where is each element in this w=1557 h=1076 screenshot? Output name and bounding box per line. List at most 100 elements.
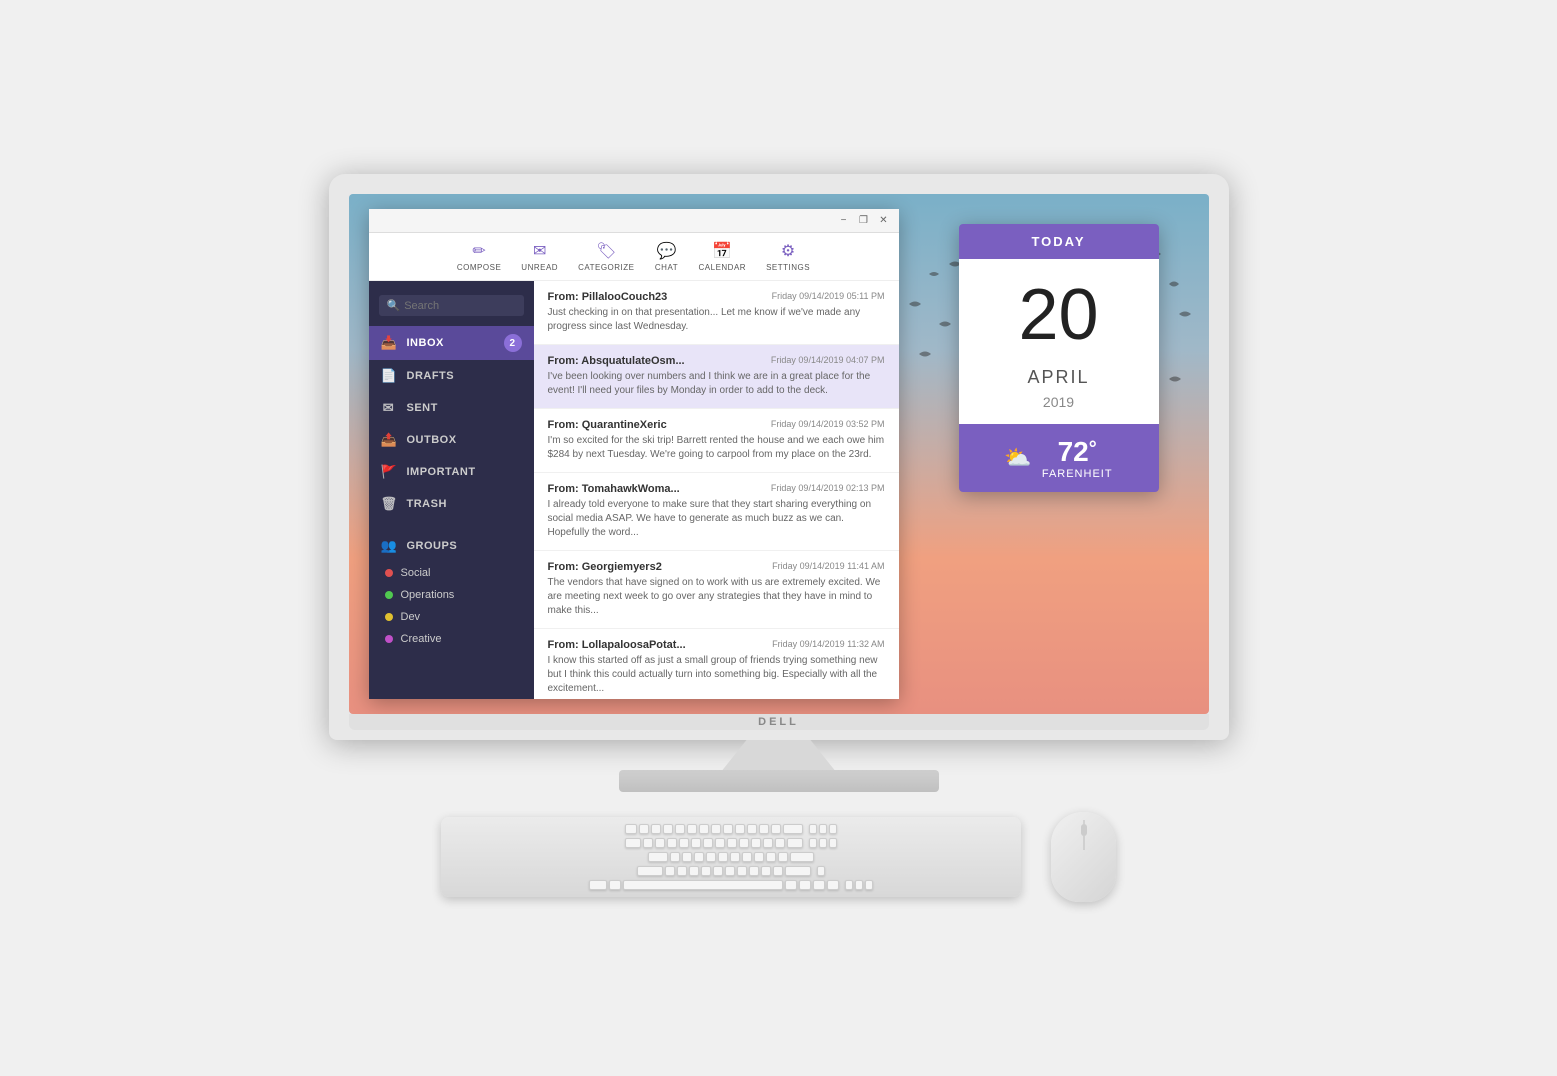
key [675, 824, 685, 834]
maximize-button[interactable]: ❐ [857, 214, 871, 228]
sidebar-item-important[interactable]: 🚩 IMPORTANT [369, 456, 534, 488]
minimize-button[interactable]: − [837, 214, 851, 228]
key [749, 866, 759, 876]
key [775, 838, 785, 848]
email-sidebar: 🔍 📥 INBOX 2 📄 DRAFTS [369, 281, 534, 699]
email-header: From: LollapaloosaPotat... Friday 09/14/… [548, 639, 885, 651]
key [845, 880, 853, 890]
key [715, 838, 725, 848]
key [735, 824, 745, 834]
compose-icon: ✏ [467, 241, 491, 261]
search-box[interactable]: 🔍 [379, 295, 524, 316]
email-from: From: PillalooCouch23 [548, 291, 668, 303]
key [706, 852, 716, 862]
email-item-3[interactable]: From: TomahawkWoma... Friday 09/14/2019 … [534, 473, 899, 551]
weather-label: FARENHEIT [1042, 468, 1113, 480]
toolbar-chat[interactable]: 💬 CHAT [655, 241, 679, 272]
chat-icon: 💬 [655, 241, 679, 261]
key [679, 838, 689, 848]
groups-icon: 👥 [381, 538, 397, 554]
email-date: Friday 09/14/2019 05:11 PM [772, 291, 885, 303]
email-preview: I'm so excited for the ski trip! Barrett… [548, 434, 885, 462]
key [819, 824, 827, 834]
mouse [1051, 812, 1116, 902]
email-date: Friday 09/14/2019 02:13 PM [771, 483, 885, 495]
weather-info: 72 ° FARENHEIT [1042, 436, 1113, 480]
key [761, 866, 771, 876]
key [754, 852, 764, 862]
group-social[interactable]: Social [369, 562, 534, 584]
group-operations[interactable]: Operations [369, 584, 534, 606]
outbox-icon: 📤 [381, 432, 397, 448]
key [687, 824, 697, 834]
calendar-day: 20 [969, 279, 1149, 351]
email-toolbar: ✏ COMPOSE ✉ UNREAD 🏷 CATEGORIZE 💬 CHAT [369, 233, 899, 281]
email-item-0[interactable]: From: PillalooCouch23 Friday 09/14/2019 … [534, 281, 899, 345]
key [609, 880, 621, 890]
operations-dot [385, 591, 393, 599]
sidebar-item-drafts[interactable]: 📄 DRAFTS [369, 360, 534, 392]
dell-logo: DELL [758, 716, 799, 728]
sidebar-item-sent[interactable]: ✉ SENT [369, 392, 534, 424]
toolbar-unread[interactable]: ✉ UNREAD [521, 241, 558, 272]
key [727, 838, 737, 848]
search-icon: 🔍 [387, 299, 401, 312]
inbox-label: INBOX [407, 337, 444, 349]
key [648, 852, 668, 862]
key [799, 880, 811, 890]
email-item-5[interactable]: From: LollapaloosaPotat... Friday 09/14/… [534, 629, 899, 699]
calendar-header: TODAY [959, 224, 1159, 259]
key [711, 824, 721, 834]
settings-icon: ⚙ [776, 241, 800, 261]
calendar-day-section: 20 [959, 259, 1159, 361]
sidebar-item-outbox[interactable]: 📤 OUTBOX [369, 424, 534, 456]
outbox-label: OUTBOX [407, 434, 457, 446]
sidebar-item-inbox[interactable]: 📥 INBOX 2 [369, 326, 534, 360]
group-dev[interactable]: Dev [369, 606, 534, 628]
key [670, 852, 680, 862]
weather-unit: ° [1089, 436, 1097, 461]
key [809, 824, 817, 834]
key [763, 838, 773, 848]
key [655, 838, 665, 848]
compose-label: COMPOSE [457, 263, 501, 272]
sidebar-item-trash[interactable]: 🗑 TRASH [369, 488, 534, 520]
email-date: Friday 09/14/2019 11:32 AM [772, 639, 884, 651]
key [694, 852, 704, 862]
key [689, 866, 699, 876]
monitor-bezel: − ❐ ✕ ✏ COMPOSE ✉ UNREAD 🏷 [329, 174, 1229, 740]
key [737, 866, 747, 876]
calendar-label: CALENDAR [699, 263, 747, 272]
search-input[interactable] [404, 300, 515, 312]
toolbar-categorize[interactable]: 🏷 CATEGORIZE [578, 241, 634, 272]
group-creative[interactable]: Creative [369, 628, 534, 650]
key [725, 866, 735, 876]
key [751, 838, 761, 848]
categorize-label: CATEGORIZE [578, 263, 634, 272]
calendar-widget: TODAY 20 APRIL 2019 ⛅ 72 ° FARENHEIT [959, 224, 1159, 492]
toolbar-settings[interactable]: ⚙ SETTINGS [766, 241, 810, 272]
important-label: IMPORTANT [407, 466, 476, 478]
key [625, 838, 641, 848]
weather-temperature: 72 [1058, 436, 1089, 468]
creative-label: Creative [401, 633, 442, 645]
monitor-chin: DELL [349, 714, 1209, 730]
key [778, 852, 788, 862]
toolbar-compose[interactable]: ✏ COMPOSE [457, 241, 501, 272]
key [701, 866, 711, 876]
key [639, 824, 649, 834]
dev-dot [385, 613, 393, 621]
key [663, 824, 673, 834]
key [667, 838, 677, 848]
close-button[interactable]: ✕ [877, 214, 891, 228]
unread-icon: ✉ [528, 241, 552, 261]
email-item-4[interactable]: From: Georgiemyers2 Friday 09/14/2019 11… [534, 551, 899, 629]
email-item-1[interactable]: From: AbsquatulateOsm... Friday 09/14/20… [534, 345, 899, 409]
monitor-stand-base [619, 770, 939, 792]
key [742, 852, 752, 862]
inbox-badge: 2 [504, 334, 522, 352]
key [855, 880, 863, 890]
email-list[interactable]: From: PillalooCouch23 Friday 09/14/2019 … [534, 281, 899, 699]
toolbar-calendar[interactable]: 📅 CALENDAR [699, 241, 747, 272]
email-item-2[interactable]: From: QuarantineXeric Friday 09/14/2019 … [534, 409, 899, 473]
